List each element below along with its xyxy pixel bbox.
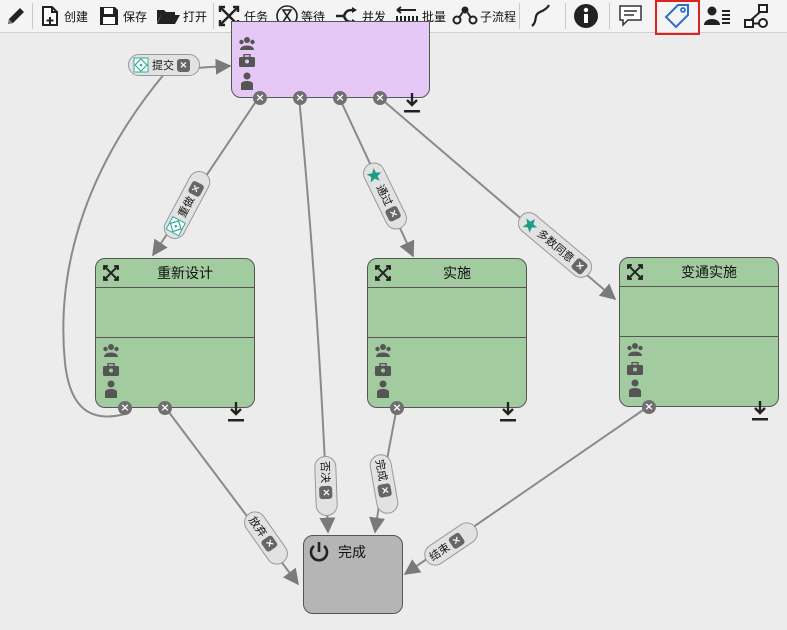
remove-finish-port[interactable]: × bbox=[642, 400, 656, 414]
remove-reject-label[interactable]: × bbox=[319, 485, 333, 500]
subprocess-icon bbox=[452, 6, 478, 25]
task-icon bbox=[103, 265, 119, 281]
remove-finish-label[interactable]: × bbox=[447, 531, 466, 550]
remove-abandon-label[interactable]: × bbox=[260, 534, 279, 553]
user-icon bbox=[377, 380, 389, 398]
reject-transition-label[interactable]: 否决 × bbox=[313, 455, 339, 517]
open-button[interactable]: 打开 bbox=[155, 0, 207, 32]
review-node[interactable]: × × × × bbox=[231, 21, 430, 113]
submit-transition-label[interactable]: 提交 × bbox=[128, 54, 200, 76]
reject-label-text: 否决 bbox=[318, 460, 332, 484]
info-icon bbox=[574, 4, 598, 28]
submit-label-text: 提交 bbox=[152, 59, 174, 72]
curve-connector-icon bbox=[531, 4, 550, 27]
remove-redo-label[interactable]: × bbox=[186, 179, 205, 198]
finish-title: 完成 bbox=[338, 545, 366, 561]
task-icon bbox=[375, 265, 391, 281]
pencil-icon bbox=[8, 8, 24, 24]
remove-submit-port[interactable]: × bbox=[118, 401, 132, 415]
group-icon bbox=[103, 344, 119, 357]
redesign-task-node[interactable]: 重新设计 × × bbox=[95, 258, 255, 422]
download-icon[interactable] bbox=[404, 92, 420, 114]
power-icon bbox=[309, 542, 329, 562]
floppy-disk-icon bbox=[100, 7, 118, 25]
finish-end-node[interactable]: 完成 bbox=[303, 535, 403, 614]
comment-button[interactable] bbox=[617, 0, 645, 32]
download-icon[interactable] bbox=[752, 400, 768, 422]
create-button[interactable]: 创建 bbox=[38, 0, 88, 32]
save-label: 保存 bbox=[123, 9, 148, 24]
workaround-task-node[interactable]: 变通实施 × bbox=[619, 257, 779, 421]
tag-selection-outline bbox=[655, 0, 700, 35]
role-icon bbox=[239, 54, 255, 67]
open-label: 打开 bbox=[183, 9, 208, 24]
task-icon bbox=[627, 264, 643, 280]
flow-layout-button[interactable] bbox=[742, 0, 770, 32]
diamond-gateway-icon bbox=[133, 57, 149, 73]
create-label: 创建 bbox=[64, 9, 89, 24]
user-list-icon bbox=[704, 6, 730, 25]
implement-title: 实施 bbox=[443, 266, 471, 282]
save-button[interactable]: 保存 bbox=[97, 0, 147, 32]
remove-majority-port[interactable]: × bbox=[373, 91, 387, 105]
role-icon bbox=[627, 362, 643, 375]
folder-open-icon bbox=[157, 10, 180, 24]
info-button[interactable] bbox=[573, 0, 599, 32]
group-icon bbox=[239, 37, 255, 50]
remove-complete-label[interactable]: × bbox=[377, 482, 393, 498]
user-icon bbox=[629, 379, 641, 397]
user-icon bbox=[105, 380, 117, 398]
remove-pass-label[interactable]: × bbox=[384, 204, 403, 223]
group-icon bbox=[375, 344, 391, 357]
connector-button[interactable] bbox=[527, 0, 555, 32]
complete-label-text: 完成 bbox=[372, 458, 390, 483]
diamond-gateway-icon bbox=[165, 216, 186, 237]
remove-pass-port[interactable]: × bbox=[333, 91, 347, 105]
role-icon bbox=[103, 363, 119, 376]
subprocess-label: 子流程 bbox=[480, 9, 517, 24]
redesign-title: 重新设计 bbox=[157, 266, 213, 282]
implement-task-node[interactable]: 实施 × bbox=[367, 258, 527, 422]
workflow-canvas[interactable]: × × × × 重新设计 × × 实施 × 变通实施 × 完成 提交 × 重做 … bbox=[0, 21, 787, 630]
download-icon[interactable] bbox=[228, 401, 244, 423]
flow-layout-icon bbox=[744, 4, 768, 28]
subprocess-button[interactable]: 子流程 bbox=[452, 0, 516, 32]
participants-button[interactable] bbox=[703, 0, 731, 32]
remove-reject-port[interactable]: × bbox=[293, 91, 307, 105]
user-icon bbox=[241, 72, 253, 90]
remove-abandon-port[interactable]: × bbox=[158, 401, 172, 415]
download-icon[interactable] bbox=[500, 401, 516, 423]
role-icon bbox=[375, 363, 391, 376]
remove-submit-label[interactable]: × bbox=[177, 58, 190, 72]
comment-icon bbox=[619, 5, 642, 27]
new-document-icon bbox=[42, 6, 58, 26]
workaround-title: 变通实施 bbox=[681, 265, 737, 281]
remove-majority-label[interactable]: × bbox=[570, 256, 590, 276]
group-icon bbox=[627, 343, 643, 356]
remove-complete-port[interactable]: × bbox=[390, 401, 404, 415]
remove-redo-port[interactable]: × bbox=[253, 91, 267, 105]
pencil-button[interactable] bbox=[4, 0, 28, 32]
